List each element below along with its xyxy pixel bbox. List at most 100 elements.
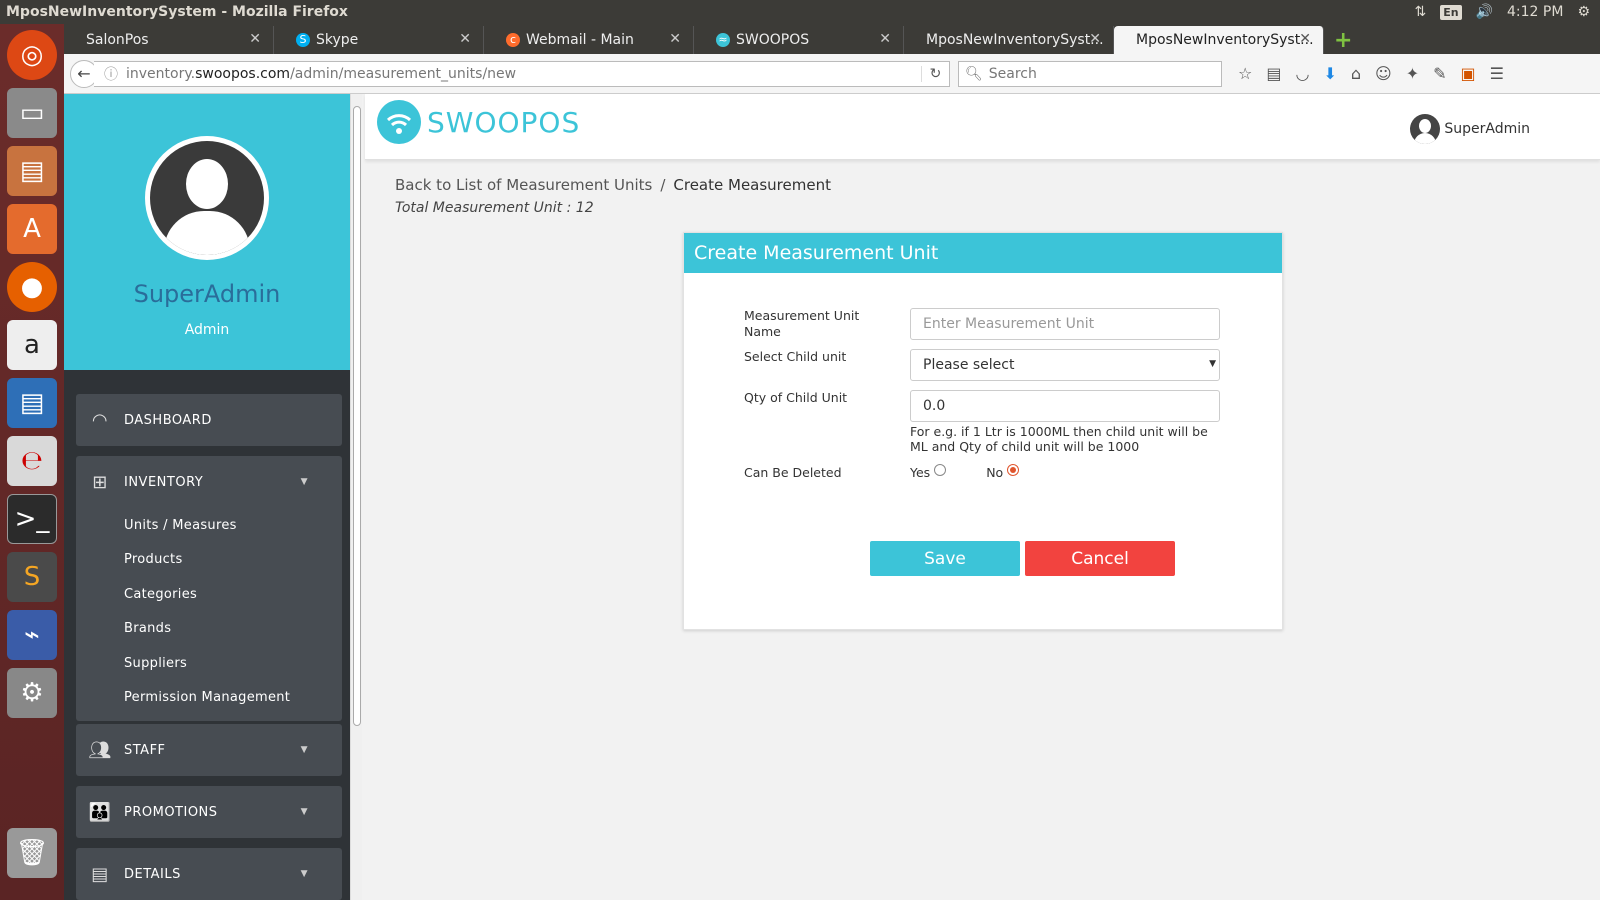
radio-no-label: No xyxy=(986,465,1004,480)
scrollbar-thumb[interactable] xyxy=(353,106,361,726)
tab-skype[interactable]: S Skype ✕ xyxy=(274,26,484,54)
sidebar-item-label: STAFF xyxy=(124,742,166,758)
sidebar-item-label: PROMOTIONS xyxy=(124,804,218,820)
sidebar-scrollbar[interactable] xyxy=(350,94,362,900)
toolbar-icons: ☆ ▤ ◡ ⬇ ⌂ ☺ ✦ ✎ ▣ ☰ xyxy=(1238,64,1504,83)
name-label: Measurement Unit Name xyxy=(744,308,860,339)
sidebar-item-units-measures[interactable]: Units / Measures xyxy=(76,508,342,543)
radio-yes-circle[interactable] xyxy=(934,463,947,476)
chat-icon[interactable]: ☺ xyxy=(1375,64,1392,83)
cpanel-icon: c xyxy=(506,33,520,47)
close-icon[interactable]: ✕ xyxy=(459,31,471,47)
os-top-bar: MposNewInventorySystem - Mozilla Firefox… xyxy=(0,0,1600,24)
impress-icon[interactable]: ▤ xyxy=(7,146,57,196)
inventory-submenu: Units / Measures Products Categories Bra… xyxy=(76,508,342,721)
can-be-deleted-label: Can Be Deleted xyxy=(744,465,842,480)
close-icon[interactable]: ✕ xyxy=(879,31,891,47)
profile-panel: SuperAdmin Admin xyxy=(64,94,350,370)
close-icon[interactable]: ✕ xyxy=(669,31,681,47)
tab-label: Skype xyxy=(316,32,359,48)
url-bar[interactable]: ⓘ inventory. swoopos.com/admin/measuremen… xyxy=(94,60,950,87)
user-name: SuperAdmin xyxy=(1444,121,1530,137)
sidebar-item-categories[interactable]: Categories xyxy=(76,577,342,612)
files-icon[interactable]: ▭ xyxy=(7,88,57,138)
tab-swoopos[interactable]: ≈ SWOOPOS ✕ xyxy=(694,26,904,54)
bookmark-star-icon[interactable]: ☆ xyxy=(1238,64,1252,83)
sitemap-icon: ⊞ xyxy=(92,471,108,493)
tab-label: MposNewInventorySyst... xyxy=(1136,32,1314,48)
terminal-icon[interactable]: >_ xyxy=(7,494,57,544)
user-menu[interactable]: SuperAdmin xyxy=(1410,114,1530,144)
evince-icon[interactable]: ℮ xyxy=(7,436,57,486)
swoopos-logo[interactable]: SWOOPOS xyxy=(377,100,580,144)
radio-yes[interactable]: Yes xyxy=(910,463,947,480)
sidebar-item-promotions[interactable]: 👪︎ PROMOTIONS ▼ xyxy=(76,786,342,838)
radio-no-circle[interactable] xyxy=(1007,463,1020,476)
sidebar-item-brands[interactable]: Brands xyxy=(76,612,342,647)
amazon-icon[interactable]: a xyxy=(7,320,57,370)
breadcrumb-back-link[interactable]: Back to List of Measurement Units xyxy=(395,176,652,194)
extension-pen-icon[interactable]: ✎ xyxy=(1433,64,1446,83)
sidebar-item-permission-management[interactable]: Permission Management xyxy=(76,681,342,716)
tab-salonpos[interactable]: SalonPos ✕ xyxy=(64,26,274,54)
reading-list-icon[interactable]: ▤ xyxy=(1266,64,1281,83)
sidebar-item-details[interactable]: ▤ DETAILS ▼ xyxy=(76,848,342,900)
tab-mpos-1[interactable]: MposNewInventorySyst... ✕ xyxy=(904,26,1114,54)
document-list-icon: ▤ xyxy=(91,863,109,885)
sidebar-item-suppliers[interactable]: Suppliers xyxy=(76,646,342,681)
measurement-unit-name-input[interactable]: Enter Measurement Unit xyxy=(910,308,1220,340)
keyboard-language[interactable]: En xyxy=(1440,4,1462,20)
sidebar-item-inventory[interactable]: ⊞ INVENTORY ▼ xyxy=(76,456,342,508)
profile-role: Admin xyxy=(184,322,230,338)
breadcrumb: Back to List of Measurement Units / Create… xyxy=(395,176,831,194)
close-icon[interactable]: ✕ xyxy=(1089,31,1101,47)
software-center-icon[interactable]: A xyxy=(7,204,57,254)
window-title: MposNewInventorySystem - Mozilla Firefox xyxy=(6,4,348,20)
ubuntu-launcher: ◎ ▭ ▤ A ● a ▤ ℮ >_ S ⌁ ⚙ 🗑 xyxy=(0,24,64,900)
info-icon[interactable]: ⓘ xyxy=(104,64,118,84)
sidebar-item-staff[interactable]: 👥︎ STAFF ▼ xyxy=(76,724,342,776)
sublime-text-icon[interactable]: S xyxy=(7,552,57,602)
settings-gear-icon[interactable]: ⚙ xyxy=(1577,4,1590,20)
search-bar[interactable]: 🔍︎ Search xyxy=(958,60,1222,87)
caret-down-icon: ▼ xyxy=(300,869,308,879)
hamburger-menu-icon[interactable]: ☰ xyxy=(1490,64,1504,83)
clock[interactable]: 4:12 PM xyxy=(1507,4,1563,20)
qty-child-unit-input[interactable]: 0.0 xyxy=(910,390,1220,422)
tab-label: MposNewInventorySyst... xyxy=(926,32,1104,48)
reload-icon[interactable]: ↻ xyxy=(921,65,949,82)
system-settings-icon[interactable]: ⚙ xyxy=(7,668,57,718)
can-be-deleted-radios: Yes No xyxy=(910,463,1020,480)
ubuntu-dash-icon[interactable]: ◎ xyxy=(7,30,57,80)
home-icon[interactable]: ⌂ xyxy=(1351,64,1361,83)
firefox-icon[interactable]: ● xyxy=(7,262,57,312)
radio-yes-label: Yes xyxy=(910,465,931,480)
sidebar-item-dashboard[interactable]: ◠ DASHBOARD xyxy=(76,394,342,446)
download-icon[interactable]: ⬇ xyxy=(1323,64,1336,83)
caret-down-icon: ▼ xyxy=(300,745,308,755)
skype-icon: S xyxy=(296,33,310,47)
tab-webmail[interactable]: c Webmail - Main ✕ xyxy=(484,26,694,54)
remote-desktop-icon[interactable]: ⌁ xyxy=(7,610,57,660)
volume-icon[interactable]: 🔊 xyxy=(1476,4,1493,20)
swoopos-icon: ≈ xyxy=(716,33,730,47)
profile-name[interactable]: SuperAdmin xyxy=(134,280,281,308)
extension-icon[interactable]: ✦ xyxy=(1406,64,1419,83)
close-icon[interactable]: ✕ xyxy=(249,31,261,47)
caret-down-icon: ▼ xyxy=(1209,359,1216,369)
tab-mpos-active[interactable]: MposNewInventorySyst... ✕ xyxy=(1114,26,1324,54)
extension-box-icon[interactable]: ▣ xyxy=(1461,64,1476,83)
trash-icon[interactable]: 🗑 xyxy=(7,828,57,878)
search-icon: 🔍︎ xyxy=(965,65,983,82)
writer-icon[interactable]: ▤ xyxy=(7,378,57,428)
pocket-icon[interactable]: ◡ xyxy=(1295,64,1309,83)
cancel-button[interactable]: Cancel xyxy=(1025,541,1175,576)
save-button[interactable]: Save xyxy=(870,541,1020,576)
radio-no[interactable]: No xyxy=(986,463,1020,480)
url-host: swoopos.com xyxy=(195,65,291,82)
network-icon[interactable]: ⇅ xyxy=(1414,4,1426,20)
new-tab-button[interactable]: + xyxy=(1324,26,1362,54)
close-icon[interactable]: ✕ xyxy=(1299,31,1311,47)
child-unit-select[interactable]: Please select ▼ xyxy=(910,349,1220,381)
sidebar-item-products[interactable]: Products xyxy=(76,543,342,578)
